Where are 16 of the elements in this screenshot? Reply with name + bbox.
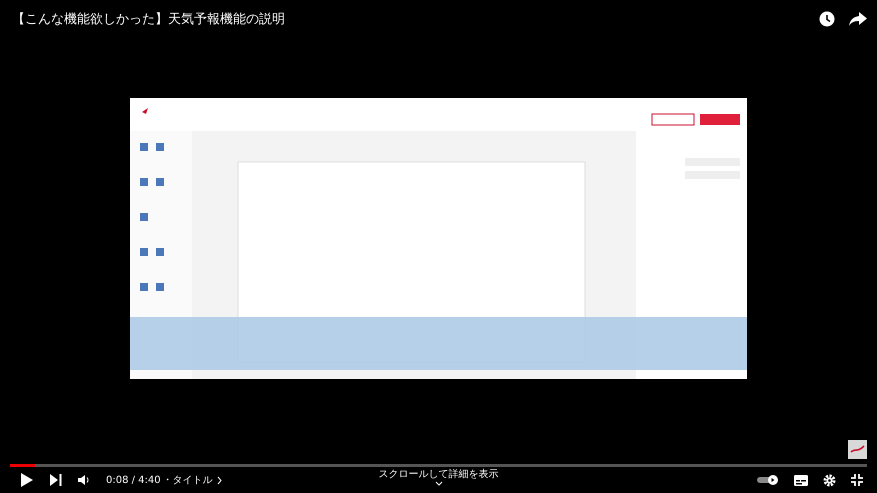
autoplay-toggle-icon[interactable] [757,475,779,485]
settings-icon[interactable] [823,474,836,486]
share-icon[interactable] [849,12,867,26]
exit-fullscreen-icon[interactable] [851,474,863,486]
video-title[interactable]: 【こんな機能欲しかった】天気予報機能の説明 [12,10,285,28]
channel-logo-icon[interactable] [848,440,867,459]
chapter-link[interactable]: ・タイトル [162,473,213,487]
chevron-right-icon[interactable] [216,476,222,484]
play-icon[interactable] [20,472,34,488]
clock-icon[interactable] [819,11,835,27]
chevron-down-icon[interactable] [434,481,442,486]
volume-icon[interactable] [78,474,90,486]
time-display: 0:08 / 4:40 [106,474,161,486]
scroll-hint[interactable]: スクロールして詳細を表示 [378,467,498,481]
next-icon[interactable] [50,474,62,486]
subtitles-icon[interactable] [794,474,808,486]
